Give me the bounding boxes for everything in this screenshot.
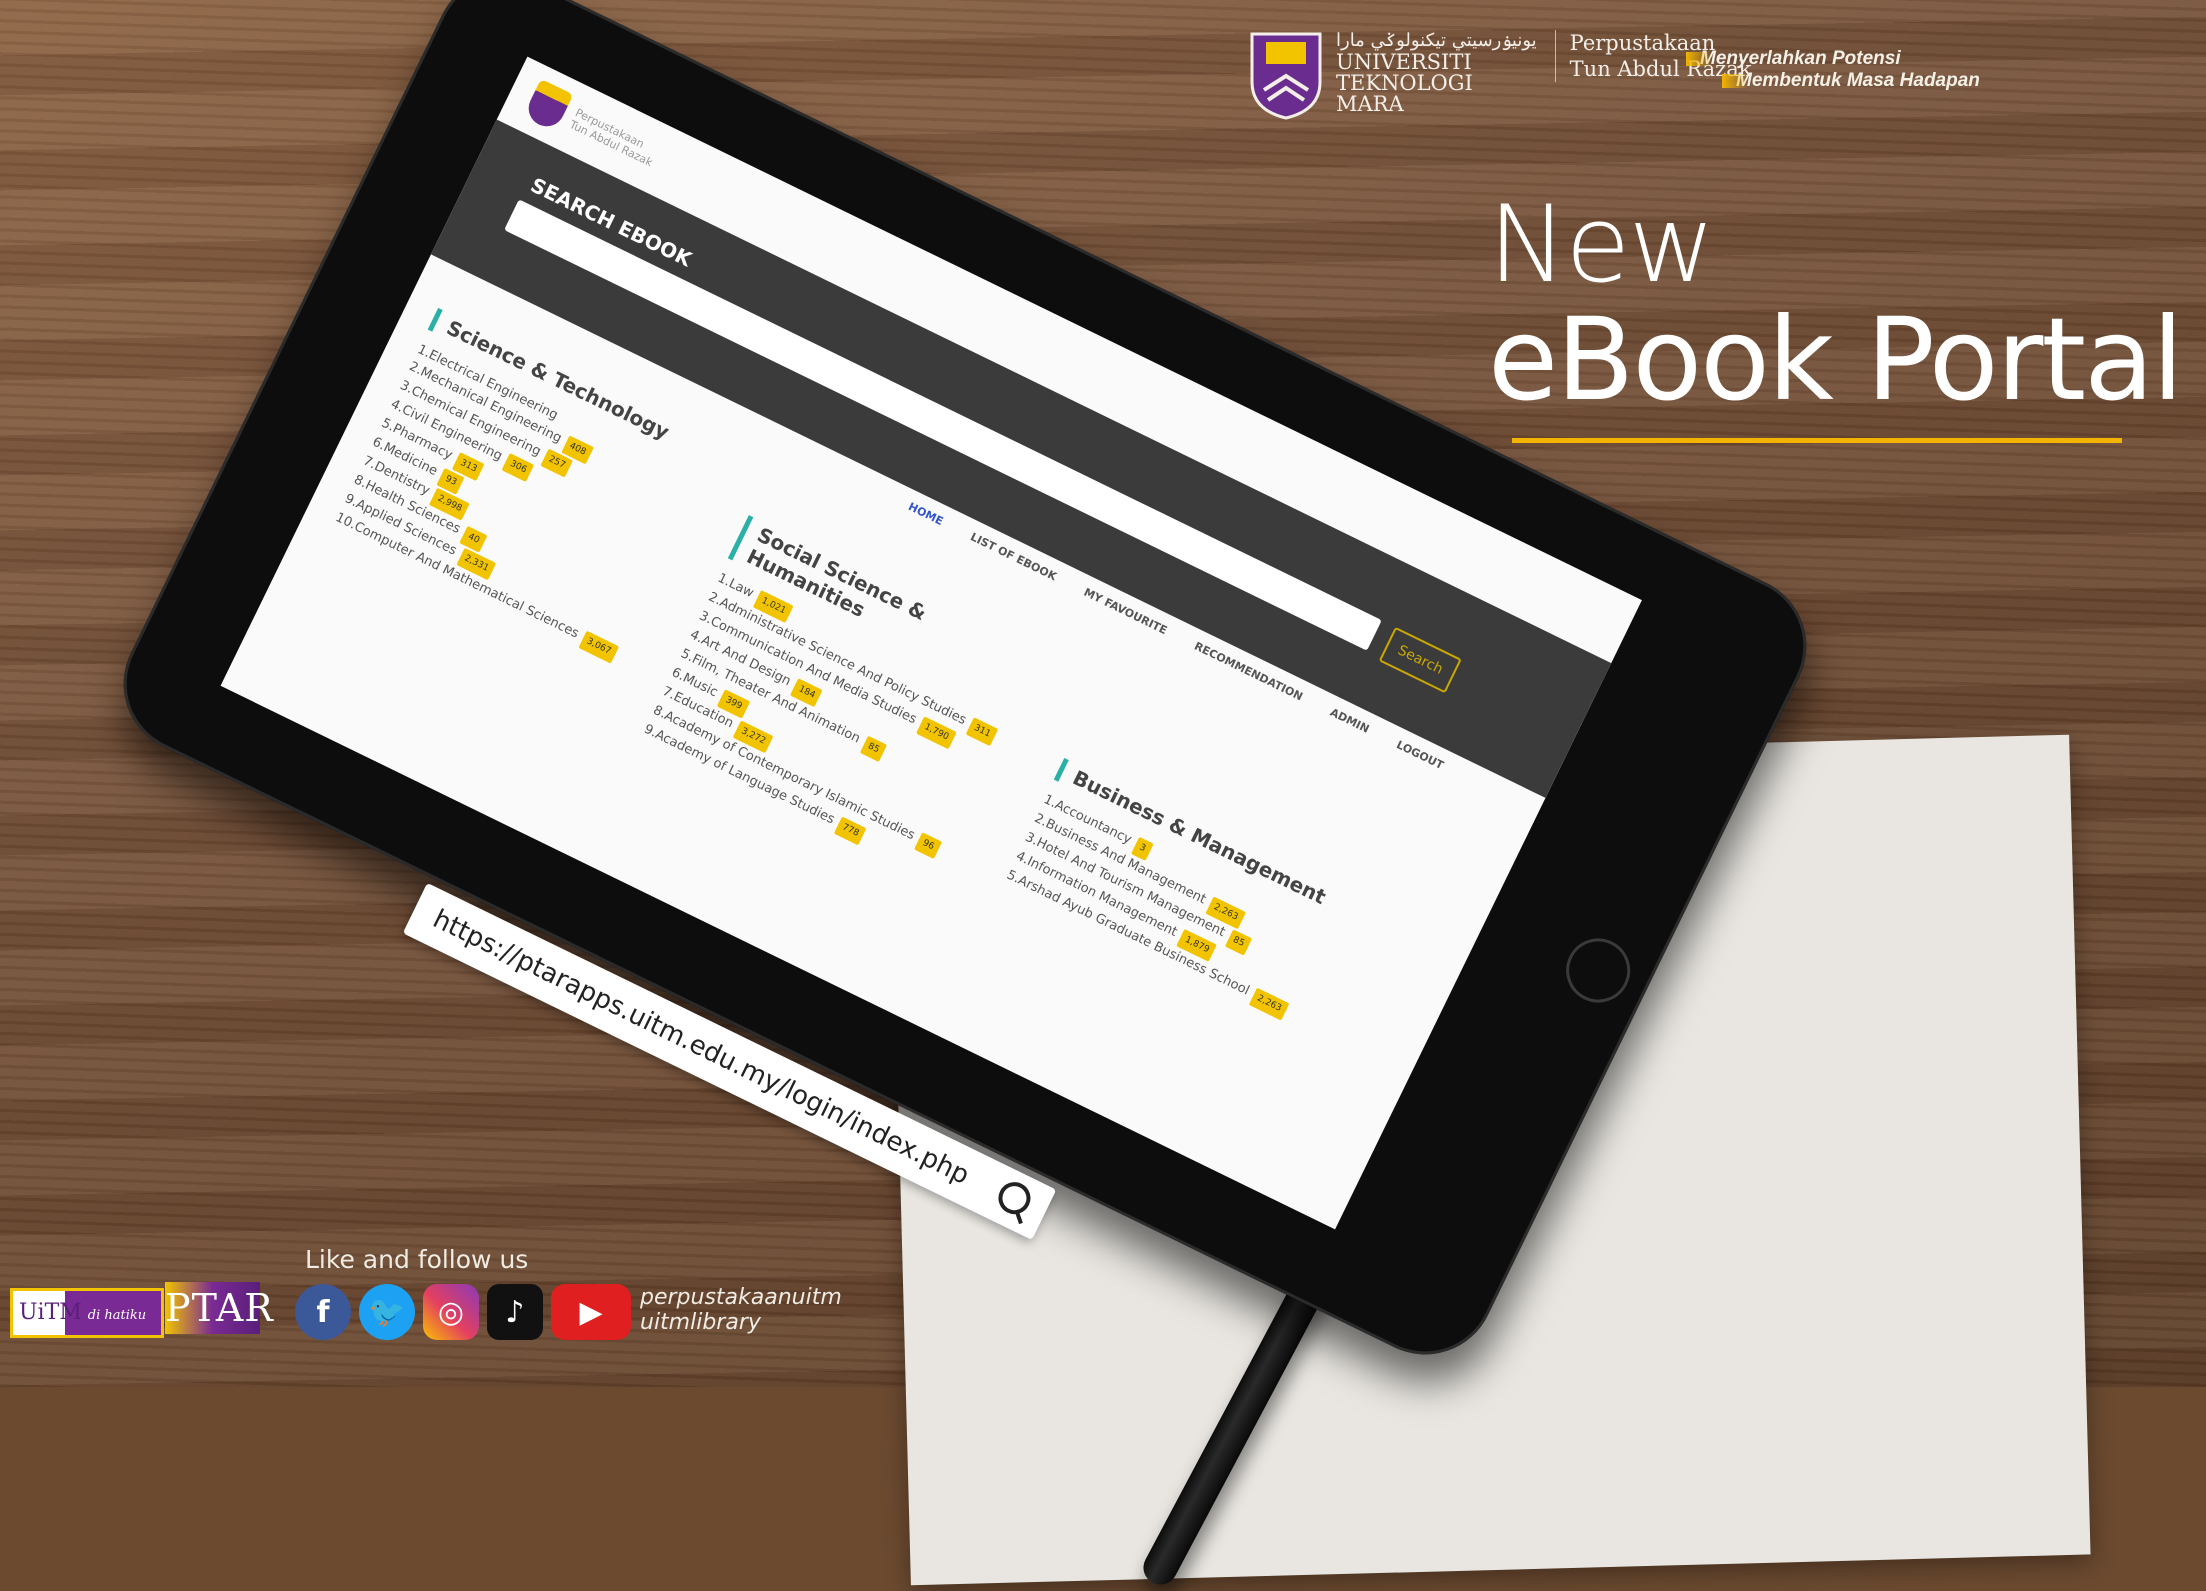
tagline-line-2: Membentuk Masa Hadapan: [1722, 70, 2040, 92]
search-button[interactable]: Search: [1378, 626, 1462, 694]
uitm-di-hatiku-logo: UiTM di hatiku: [10, 1288, 164, 1338]
tagline: Menyerlahkan Potensi Membentuk Masa Hada…: [1686, 48, 2040, 92]
social-icons: f 🐦 ◎ ♪ ▶: [295, 1284, 631, 1340]
headline: New eBook Portal: [1488, 183, 2184, 426]
twitter-icon[interactable]: 🐦: [359, 1284, 415, 1340]
site-library-name: Perpustakaan Tun Abdul Razak: [567, 106, 655, 170]
uitm-logo-icon: [522, 78, 574, 133]
uitm-branding: يونيۏرسيتي تيكنولوݢي مارا UNIVERSITI TEK…: [1248, 30, 1751, 120]
tablet-home-button[interactable]: [1555, 927, 1641, 1014]
search-icon[interactable]: [993, 1176, 1036, 1220]
headline-underline: [1512, 438, 2122, 443]
category-business-management: Business & Management 1.Accountancy3 2.Bu…: [1002, 757, 1361, 1029]
ptar-logo: PTAR: [165, 1282, 273, 1334]
uitm-crest-icon: [1248, 30, 1324, 120]
facebook-icon[interactable]: f: [295, 1284, 351, 1340]
nav-home[interactable]: HOME: [906, 500, 945, 528]
youtube-icon[interactable]: ▶: [551, 1284, 631, 1340]
tiktok-icon[interactable]: ♪: [487, 1284, 543, 1340]
tagline-line-1: Menyerlahkan Potensi: [1686, 48, 2040, 70]
handle-uitmlibrary[interactable]: uitmlibrary: [640, 1310, 842, 1335]
social-handles: perpustakaanuitm uitmlibrary: [640, 1285, 842, 1335]
university-name: يونيۏرسيتي تيكنولوݢي مارا UNIVERSITI TEK…: [1336, 30, 1537, 116]
handle-perpustakaanuitm[interactable]: perpustakaanuitm: [640, 1285, 842, 1310]
follow-text: Like and follow us: [305, 1245, 529, 1274]
headline-line-1: New: [1488, 183, 1715, 306]
university-name-jawi: يونيۏرسيتي تيكنولوݢي مارا: [1336, 30, 1537, 51]
category-social-science-humanities: Social Science & Humanities 1.Law1,021 2.…: [640, 515, 1046, 883]
headline-line-2: eBook Portal: [1488, 293, 2184, 426]
instagram-icon[interactable]: ◎: [423, 1284, 479, 1340]
